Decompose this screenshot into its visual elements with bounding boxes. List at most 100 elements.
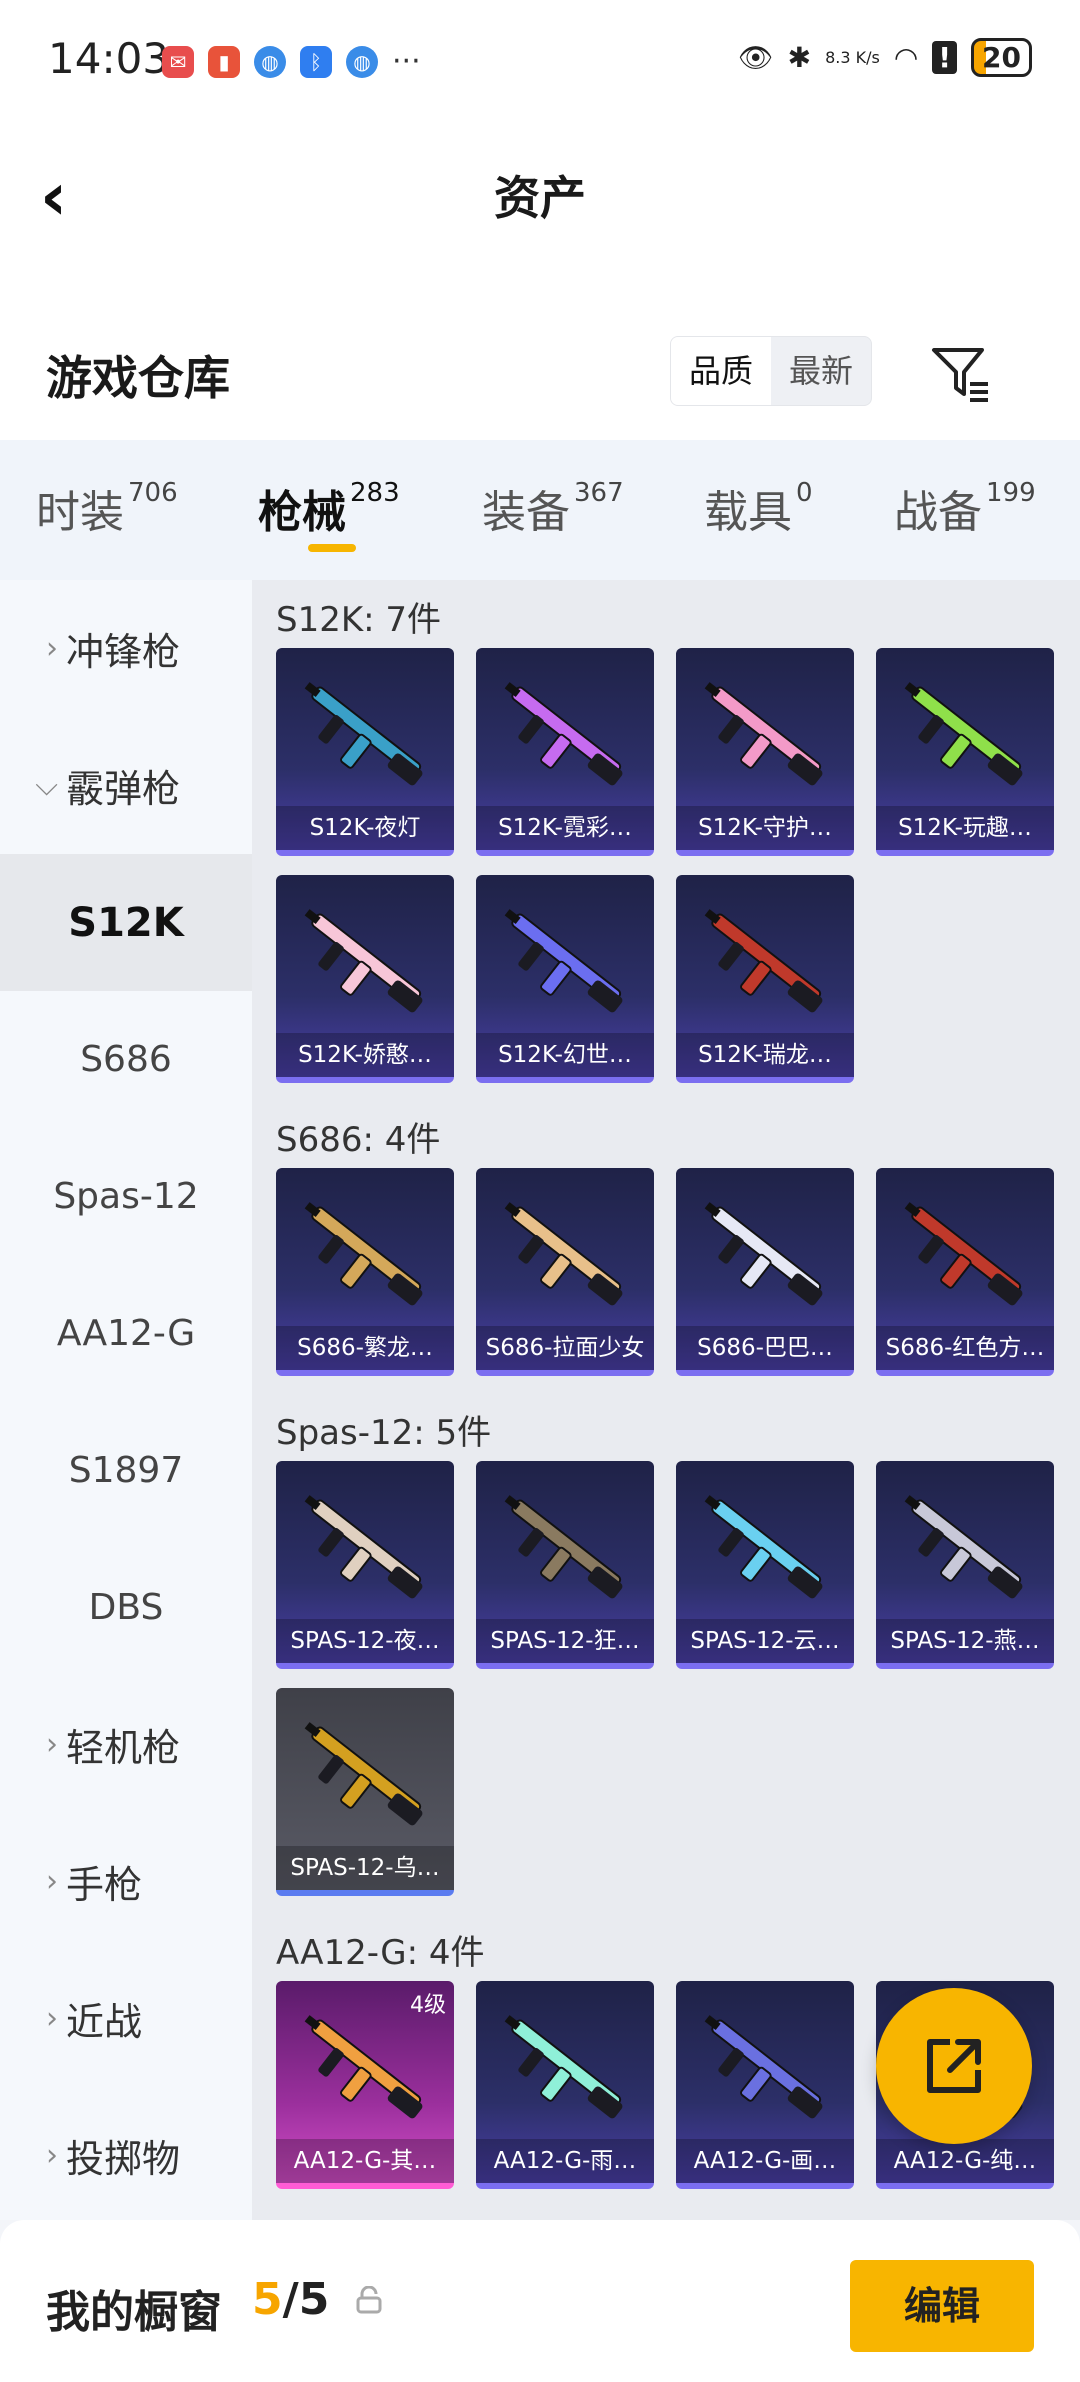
sidebar-item-3[interactable]: S686 <box>0 991 252 1128</box>
weapon-card[interactable]: SPAS-12-燕… <box>876 1461 1054 1669</box>
weapon-card[interactable]: SPAS-12-云… <box>676 1461 854 1669</box>
bluetooth-icon: ✱ <box>787 41 812 74</box>
sidebar-item-8[interactable]: › 轻机枪 <box>0 1676 252 1813</box>
weapon-card[interactable]: AA12-G-雨… <box>476 1981 654 2189</box>
filter-icon[interactable] <box>928 342 992 406</box>
sidebar-item-2[interactable]: S12K <box>0 854 252 991</box>
weapon-card[interactable]: AA12-G-画… <box>676 1981 854 2189</box>
sidebar-item-5[interactable]: AA12-G <box>0 1265 252 1402</box>
sort-option-newest[interactable]: 最新 <box>771 337 871 405</box>
browser-icon: ◍ <box>254 45 286 78</box>
weapon-skin-icon <box>304 682 423 786</box>
weapon-card[interactable]: S12K-夜灯 <box>276 648 454 856</box>
weapon-skin-icon <box>304 2015 423 2119</box>
sort-toggle: 品质 最新 <box>670 336 873 406</box>
active-tab-indicator <box>308 544 356 552</box>
weapon-card[interactable]: S686-巴巴… <box>676 1168 854 1376</box>
weapon-card[interactable]: S12K-守护… <box>676 648 854 856</box>
net-speed: 8.3 K/s <box>825 48 880 67</box>
group-title: AA12-G: 4件 <box>276 1933 485 1973</box>
weapon-card[interactable]: S12K-幻世… <box>476 875 654 1083</box>
sidebar-item-4[interactable]: Spas-12 <box>0 1128 252 1265</box>
weapon-card[interactable]: S12K-玩趣… <box>876 648 1054 856</box>
sidebar-item-10[interactable]: › 近战 <box>0 1950 252 2087</box>
weapon-sidebar: › 冲锋枪 ⌵ 霰弹枪 S12K S686 Spas-12 AA12-G S1897 DBS › 轻机… <box>0 580 252 2220</box>
weapon-name: SPAS-12-乌… <box>276 1846 454 1890</box>
category-tabs: 时装 706 枪械 283 装备 367 载具 0 战备 199 <box>0 440 1080 580</box>
edit-button[interactable]: 编辑 <box>850 2260 1034 2352</box>
weapon-skin-icon <box>304 1722 423 1826</box>
weapon-skin-icon <box>904 682 1023 786</box>
sidebar-item-6[interactable]: S1897 <box>0 1402 252 1539</box>
weapon-card[interactable]: S686-繁龙… <box>276 1168 454 1376</box>
weapon-skin-icon <box>704 1202 823 1306</box>
sidebar-item-label: 冲锋枪 <box>66 630 181 674</box>
sidebar-item-9[interactable]: › 手枪 <box>0 1813 252 1950</box>
weapon-name: S12K-娇憨… <box>276 1033 454 1077</box>
battery-app-icon: ▮ <box>208 45 240 78</box>
weapon-name: S686-巴巴… <box>676 1326 854 1370</box>
app-header: ‹ 资产 <box>0 120 1080 320</box>
tab-vehicles[interactable]: 载具 0 <box>704 476 813 540</box>
weapon-name: SPAS-12-云… <box>676 1619 854 1663</box>
tab-firearms[interactable]: 枪械 283 <box>258 476 400 540</box>
weapon-name: AA12-G-其… <box>276 2139 454 2183</box>
wifi-icon: ◠ <box>893 41 919 74</box>
page-title: 资产 <box>494 171 586 225</box>
weapon-card[interactable]: S686-红色方… <box>876 1168 1054 1376</box>
tab-equipment[interactable]: 装备 367 <box>482 476 624 540</box>
sidebar-item-label: 霰弹枪 <box>66 767 181 811</box>
share-icon <box>927 2039 981 2093</box>
weapon-skin-icon <box>504 909 623 1013</box>
weapon-skin-icon <box>504 1202 623 1306</box>
level-badge: 4级 <box>410 1993 446 2018</box>
weapon-name: AA12-G-雨… <box>476 2139 654 2183</box>
sort-option-quality[interactable]: 品质 <box>671 337 772 405</box>
sidebar-item-7[interactable]: DBS <box>0 1539 252 1676</box>
sidebar-item-0[interactable]: › 冲锋枪 <box>0 580 252 717</box>
share-button[interactable] <box>876 1988 1032 2144</box>
weapon-name: S686-繁龙… <box>276 1326 454 1370</box>
group-title: S686: 4件 <box>276 1120 441 1160</box>
tab-supplies[interactable]: 战备 199 <box>894 476 1036 540</box>
weapon-card[interactable]: S12K-霓彩… <box>476 648 654 856</box>
alert-icon: ! <box>932 41 958 74</box>
sidebar-item-label: 近战 <box>66 2000 143 2044</box>
showcase-title: 我的橱窗 <box>46 2287 222 2338</box>
sidebar-item-label: 投掷物 <box>66 2137 181 2181</box>
weapon-name: S12K-瑞龙… <box>676 1033 854 1077</box>
weapon-card[interactable]: SPAS-12-狂… <box>476 1461 654 1669</box>
weapon-name: S12K-守护… <box>676 806 854 850</box>
mail-app-icon: ✉ <box>162 45 194 78</box>
sidebar-item-11[interactable]: › 投掷物 <box>0 2087 252 2224</box>
battery-indicator: 20 <box>971 38 1032 77</box>
weapon-card[interactable]: 4级 AA12-G-其… <box>276 1981 454 2189</box>
sidebar-item-1[interactable]: ⌵ 霰弹枪 <box>0 717 252 854</box>
chevron-right-icon: › <box>46 1727 58 1762</box>
weapon-skin-icon <box>904 1495 1023 1599</box>
chevron-right-icon: › <box>46 2001 58 2036</box>
weapon-name: S12K-霓彩… <box>476 806 654 850</box>
more-notifications-icon: ··· <box>392 44 421 79</box>
weapon-skin-icon <box>304 909 423 1013</box>
weapon-card[interactable]: S12K-瑞龙… <box>676 875 854 1083</box>
tab-fashion[interactable]: 时装 706 <box>36 476 178 540</box>
weapon-card[interactable]: SPAS-12-乌… <box>276 1688 454 1896</box>
eye-icon: 👁 <box>738 41 774 74</box>
weapon-name: S12K-夜灯 <box>276 806 454 850</box>
sidebar-item-label: S686 <box>80 1039 172 1080</box>
system-icons: 👁 ✱ 8.3 K/s ◠ ! 20 <box>738 38 1032 77</box>
weapon-skin-icon <box>704 1495 823 1599</box>
weapon-skin-icon <box>504 1495 623 1599</box>
sidebar-item-label: 轻机枪 <box>66 1726 181 1770</box>
weapon-skin-icon <box>904 1202 1023 1306</box>
weapon-name: AA12-G-画… <box>676 2139 854 2183</box>
chevron-right-icon: › <box>46 2138 58 2173</box>
weapon-card[interactable]: S12K-娇憨… <box>276 875 454 1083</box>
notification-icons: ✉ ▮ ◍ ᛒ ◍ ··· <box>162 44 421 79</box>
weapon-card[interactable]: SPAS-12-夜… <box>276 1461 454 1669</box>
weapon-card[interactable]: S686-拉面少女 <box>476 1168 654 1376</box>
warehouse-header: 游戏仓库 品质 最新 <box>0 320 1080 440</box>
status-time: 14:03 <box>48 34 170 83</box>
weapon-name: S686-拉面少女 <box>476 1326 654 1370</box>
